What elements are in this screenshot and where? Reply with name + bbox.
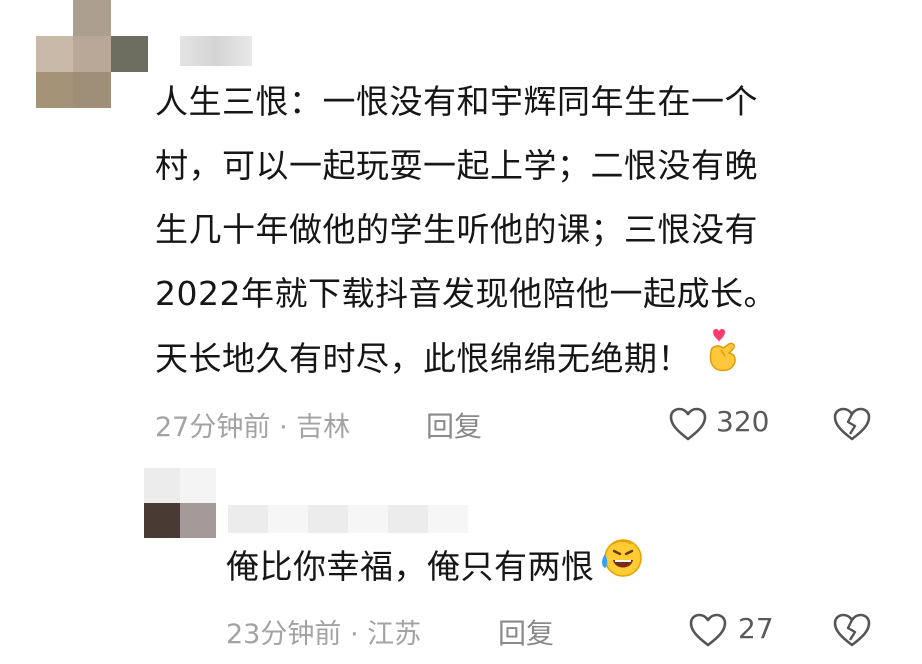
comment-text: 人生三恨：一恨没有和宇辉同年生在一个 村，可以一起玩耍一起上学；二恨没有晚 生几… [155, 70, 855, 395]
comment-time-location: 27分钟前 · 吉林 [155, 412, 351, 443]
like-button[interactable] [668, 406, 708, 446]
avatar[interactable] [36, 0, 148, 108]
comment-time-location: 23分钟前 · 江苏 [226, 619, 422, 650]
dislike-button[interactable] [832, 406, 872, 446]
dislike-button[interactable] [832, 612, 872, 652]
comment-line-text: 天长地久有时尽，此恨绵绵无绝期！ [155, 339, 691, 378]
reply-button[interactable]: 回复 [498, 612, 554, 652]
comment-line: 人生三恨：一恨没有和宇辉同年生在一个 [155, 82, 758, 121]
like-button[interactable] [688, 612, 728, 652]
avatar[interactable] [144, 468, 216, 538]
like-count: 27 [738, 612, 774, 645]
username-blurred[interactable] [180, 36, 252, 66]
reply-comment-text: 俺比你幸福，俺只有两恨 [226, 535, 643, 601]
comment-line: 天长地久有时尽，此恨绵绵无绝期！ [155, 326, 855, 395]
reply-button[interactable]: 回复 [426, 405, 482, 445]
username-blurred[interactable] [228, 505, 468, 533]
heart-outline-icon [688, 612, 728, 652]
comment-line: 生几十年做他的学生听他的课；三恨没有 [155, 210, 758, 249]
broken-heart-icon [832, 612, 872, 652]
like-count: 320 [716, 405, 770, 438]
comment-line: 村，可以一起玩耍一起上学；二恨没有晚 [155, 146, 758, 185]
laughing-tears-emoji [599, 536, 643, 601]
finger-heart-emoji [705, 326, 741, 395]
broken-heart-icon [832, 406, 872, 446]
comment-line: 2022年就下载抖音发现他陪他一起成长。 [155, 274, 777, 313]
reply-comment-line: 俺比你幸福，俺只有两恨 [226, 547, 595, 586]
heart-outline-icon [668, 406, 708, 446]
